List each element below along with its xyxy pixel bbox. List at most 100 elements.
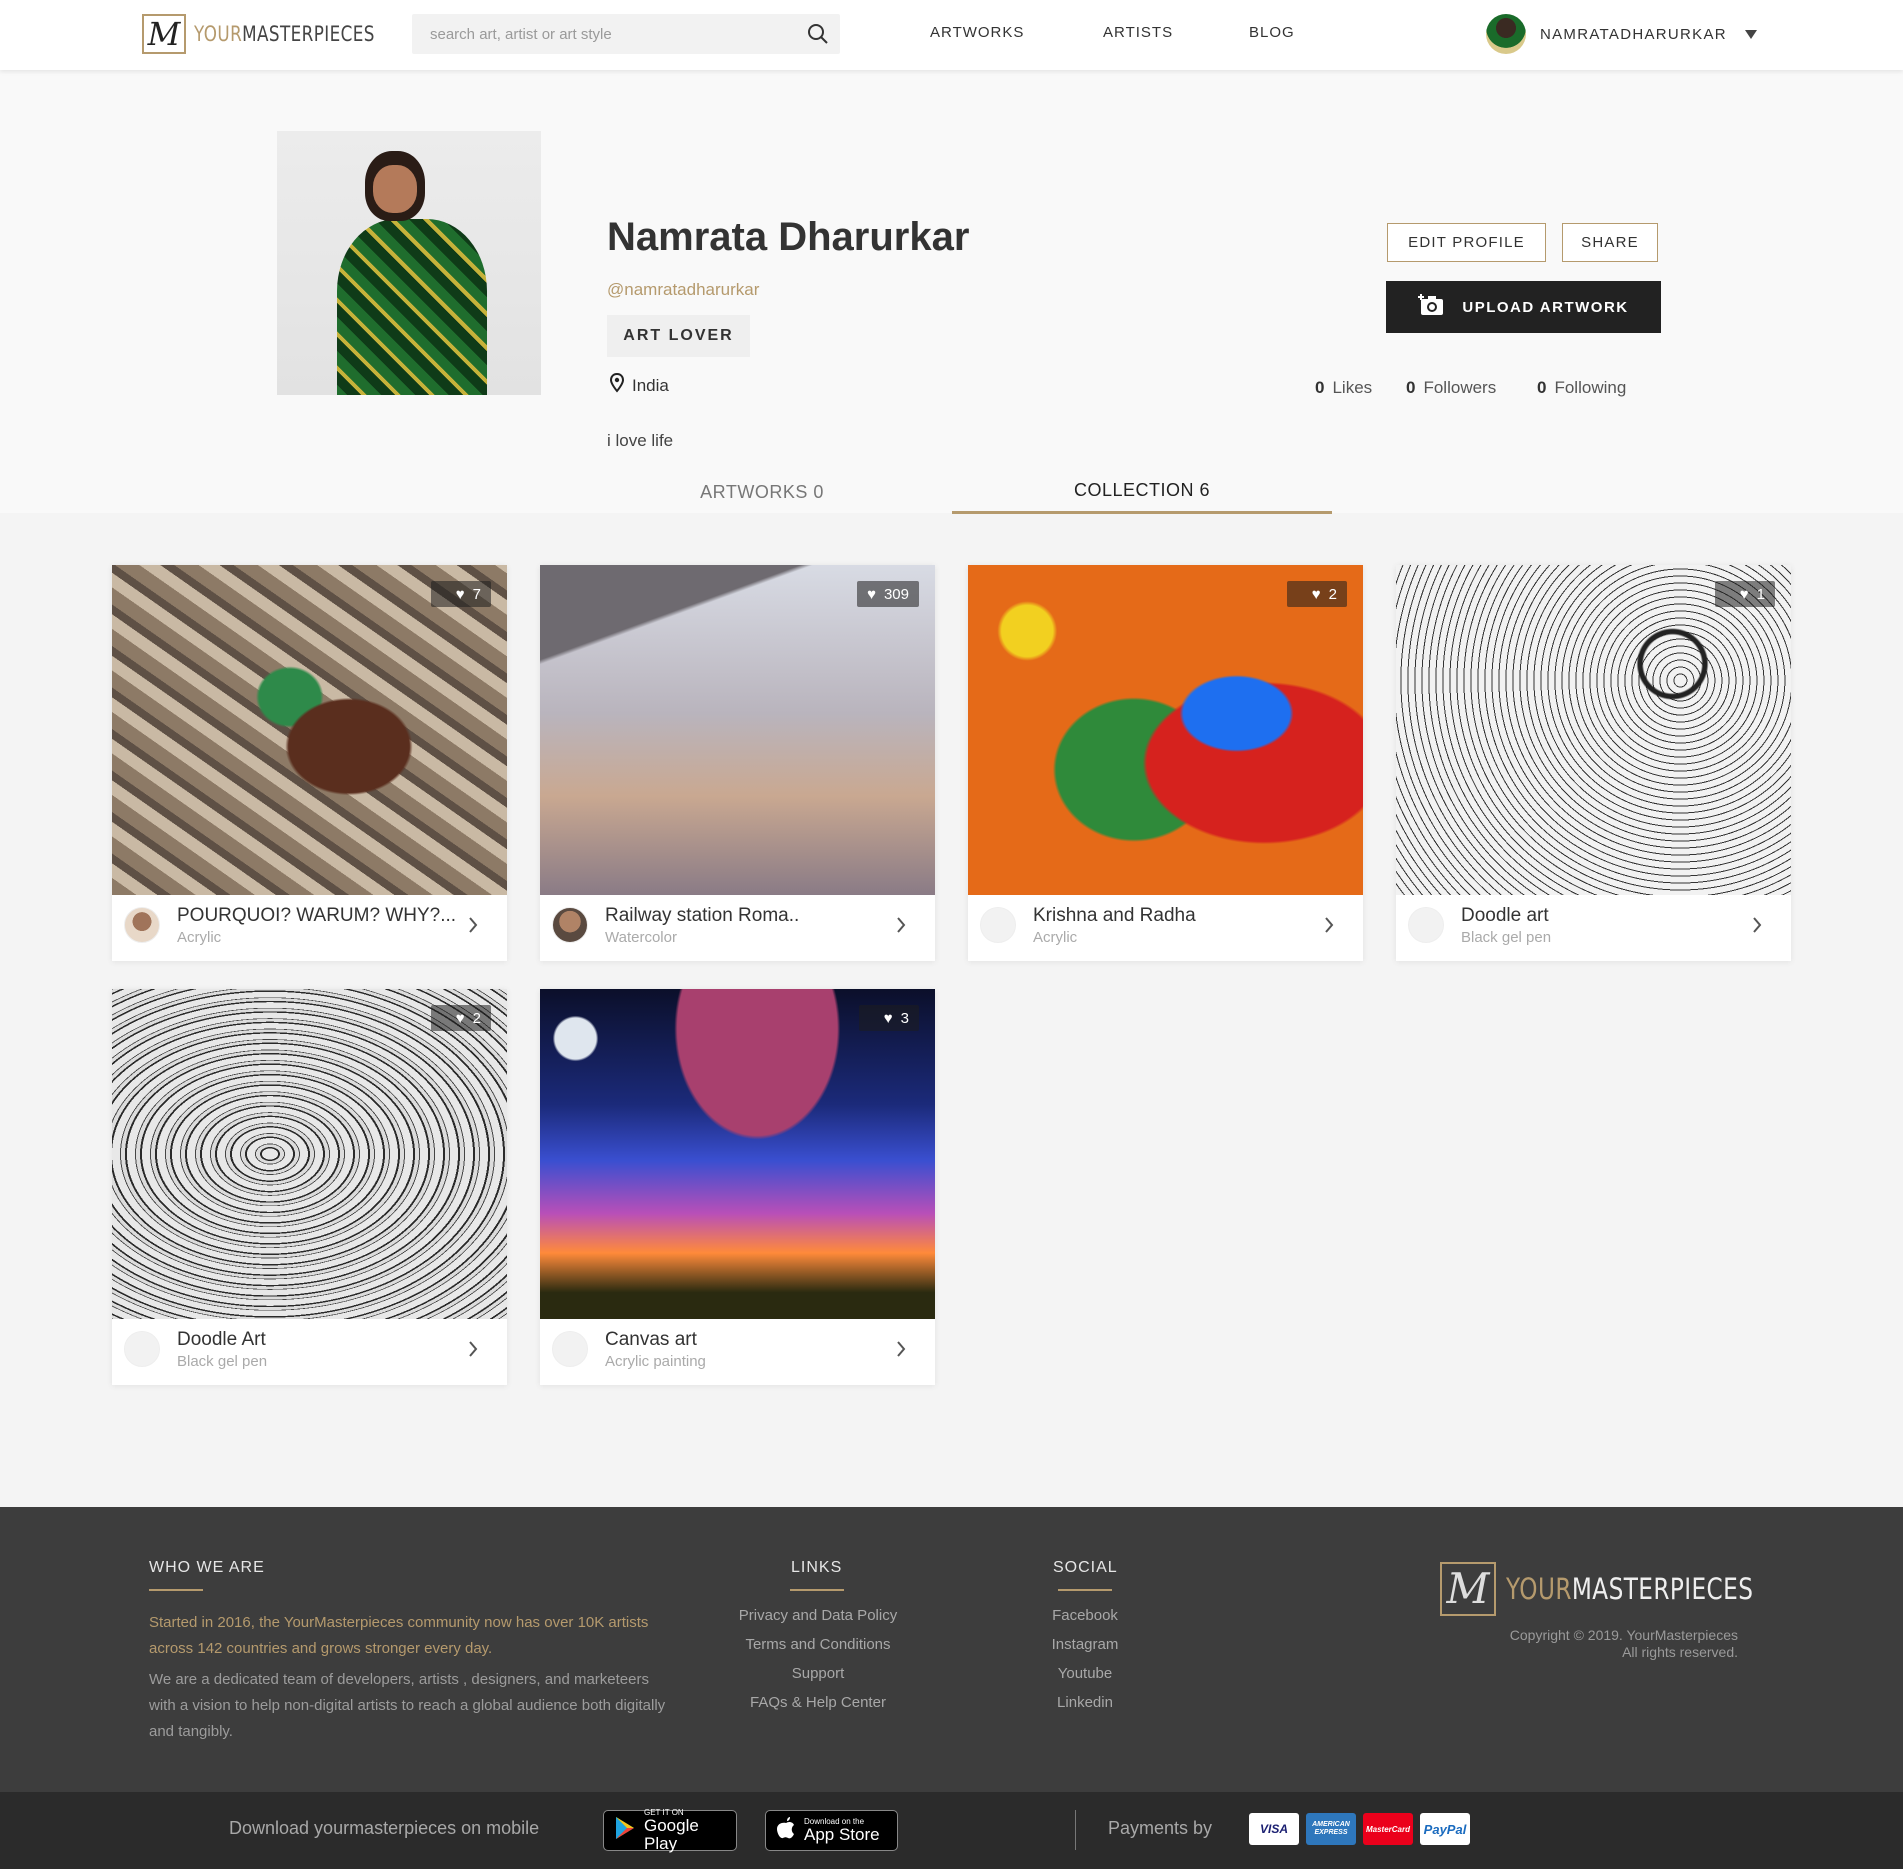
tab-collection[interactable]: COLLECTION 6: [952, 470, 1332, 514]
heading-underline: [790, 1589, 844, 1591]
user-avatar[interactable]: [1486, 14, 1526, 54]
artwork-card[interactable]: ♥ 7 POURQUOI? WARUM? WHY?... Acrylic: [112, 565, 507, 961]
footer-logo[interactable]: M YOURMASTERPIECES: [1440, 1562, 1815, 1616]
artwork-card[interactable]: ♥ 2 Krishna and Radha Acrylic: [968, 565, 1363, 961]
artwork-title[interactable]: Canvas art: [605, 1329, 895, 1351]
heart-icon: ♥: [455, 1009, 465, 1027]
user-name[interactable]: NAMRATADHARURKAR: [1540, 26, 1727, 43]
footer-link-youtube[interactable]: Youtube: [975, 1665, 1195, 1682]
card-meta: Canvas art Acrylic painting: [540, 1319, 935, 1385]
footer-social-heading: SOCIAL: [1053, 1559, 1118, 1576]
apple-icon: [776, 1816, 796, 1845]
footer-who-highlight: Started in 2016, the YourMasterpieces co…: [149, 1614, 649, 1657]
footer-link-linkedin[interactable]: Linkedin: [975, 1694, 1195, 1711]
artist-avatar[interactable]: [124, 1331, 160, 1367]
artwork-image[interactable]: [540, 989, 935, 1319]
profile-location: India: [609, 372, 669, 398]
nav-artworks[interactable]: ARTWORKS: [930, 24, 1024, 41]
site-footer: WHO WE ARE Started in 2016, the YourMast…: [0, 1507, 1903, 1792]
artist-avatar[interactable]: [552, 907, 588, 943]
heart-icon: ♥: [1311, 585, 1321, 603]
chevron-right-icon[interactable]: [895, 915, 907, 935]
paypal-icon: PayPal: [1420, 1813, 1470, 1845]
artwork-title[interactable]: Railway station Roma..: [605, 905, 895, 927]
footer-link-faq[interactable]: FAQs & Help Center: [708, 1694, 928, 1711]
share-button[interactable]: SHARE: [1562, 223, 1658, 262]
card-meta: Krishna and Radha Acrylic: [968, 895, 1363, 961]
search-input[interactable]: [412, 25, 796, 43]
search-icon[interactable]: [796, 14, 840, 54]
mastercard-icon: MasterCard: [1363, 1813, 1413, 1845]
profile-bio: i love life: [607, 431, 674, 450]
artwork-medium: Acrylic painting: [605, 1353, 706, 1370]
footer-link-instagram[interactable]: Instagram: [975, 1636, 1195, 1653]
likes-badge: ♥ 2: [431, 1005, 491, 1031]
artwork-medium: Acrylic: [177, 929, 222, 946]
chevron-right-icon[interactable]: [1323, 915, 1335, 935]
artist-avatar[interactable]: [552, 1331, 588, 1367]
divider: [1075, 1810, 1076, 1850]
search-bar: [412, 14, 840, 54]
user-menu[interactable]: NAMRATADHARURKAR: [1486, 14, 1757, 54]
heart-icon: ♥: [883, 1009, 893, 1027]
heart-icon: ♥: [1739, 585, 1749, 603]
copyright: Copyright © 2019. YourMasterpieces All r…: [1509, 1627, 1738, 1660]
artwork-image[interactable]: [968, 565, 1363, 895]
nav-blog[interactable]: BLOG: [1249, 24, 1295, 41]
download-text: Download yourmasterpieces on mobile: [229, 1818, 540, 1838]
visa-icon: VISA: [1249, 1813, 1299, 1845]
artwork-medium: Watercolor: [605, 929, 677, 946]
chevron-down-icon[interactable]: [1744, 29, 1757, 39]
artwork-card[interactable]: ♥ 1 Doodle art Black gel pen: [1396, 565, 1791, 961]
site-logo[interactable]: M YOURMASTERPIECES: [142, 14, 420, 54]
stat-following[interactable]: 0 Following: [1537, 378, 1626, 398]
profile-name: Namrata Dharurkar: [607, 215, 970, 259]
upload-artwork-button[interactable]: UPLOAD ARTWORK: [1386, 281, 1661, 333]
heading-underline: [149, 1589, 203, 1591]
nav-artists[interactable]: ARTISTS: [1103, 24, 1173, 41]
google-play-button[interactable]: GET IT ON Google Play: [603, 1808, 737, 1853]
likes-badge: ♥ 1: [1715, 581, 1775, 607]
artwork-image[interactable]: [112, 565, 507, 895]
footer-link-facebook[interactable]: Facebook: [975, 1607, 1195, 1624]
chevron-right-icon[interactable]: [1751, 915, 1763, 935]
artist-avatar[interactable]: [980, 907, 1016, 943]
stat-followers[interactable]: 0 Followers: [1406, 378, 1496, 398]
heart-icon: ♥: [455, 585, 465, 603]
chevron-right-icon[interactable]: [467, 1339, 479, 1359]
likes-badge: ♥ 7: [431, 581, 491, 607]
artwork-image[interactable]: [112, 989, 507, 1319]
artwork-image[interactable]: [1396, 565, 1791, 895]
logo-mark: M: [142, 14, 186, 54]
app-store-button[interactable]: Download on the App Store: [765, 1810, 898, 1851]
heart-icon: ♥: [867, 585, 876, 603]
artwork-title[interactable]: Doodle Art: [177, 1329, 467, 1351]
artist-avatar[interactable]: [1408, 907, 1444, 943]
top-header: M YOURMASTERPIECES ARTWORKS ARTISTS BLOG…: [0, 0, 1903, 70]
tab-artworks[interactable]: ARTWORKS 0: [640, 470, 884, 514]
artist-avatar[interactable]: [124, 907, 160, 943]
footer-links-heading: LINKS: [791, 1559, 843, 1576]
artwork-medium: Acrylic: [1033, 929, 1078, 946]
artwork-title[interactable]: Krishna and Radha: [1033, 905, 1323, 927]
artwork-title[interactable]: POURQUOI? WARUM? WHY?...: [177, 905, 467, 927]
artwork-title[interactable]: Doodle art: [1461, 905, 1751, 927]
artwork-card[interactable]: ♥ 3 Canvas art Acrylic painting: [540, 989, 935, 1385]
footer-link-support[interactable]: Support: [708, 1665, 928, 1682]
chevron-right-icon[interactable]: [467, 915, 479, 935]
heading-underline: [1058, 1589, 1112, 1591]
role-badge: ART LOVER: [607, 315, 750, 357]
amex-icon: AMERICAN EXPRESS: [1306, 1813, 1356, 1845]
artwork-image[interactable]: [540, 565, 935, 895]
logo-text: YOURMASTERPIECES: [194, 22, 375, 46]
artwork-card[interactable]: ♥ 2 Doodle Art Black gel pen: [112, 989, 507, 1385]
payments-text: Payments by: [1108, 1818, 1213, 1838]
chevron-right-icon[interactable]: [895, 1339, 907, 1359]
footer-who-text: We are a dedicated team of developers, a…: [149, 1671, 666, 1740]
stat-likes[interactable]: 0 Likes: [1315, 378, 1372, 398]
footer-link-terms[interactable]: Terms and Conditions: [708, 1636, 928, 1653]
footer-link-privacy[interactable]: Privacy and Data Policy: [708, 1607, 928, 1624]
edit-profile-button[interactable]: EDIT PROFILE: [1387, 223, 1546, 262]
artwork-card[interactable]: ♥ 309 Railway station Roma.. Watercolor: [540, 565, 935, 961]
logo-text: YOURMASTERPIECES: [1506, 1572, 1754, 1606]
